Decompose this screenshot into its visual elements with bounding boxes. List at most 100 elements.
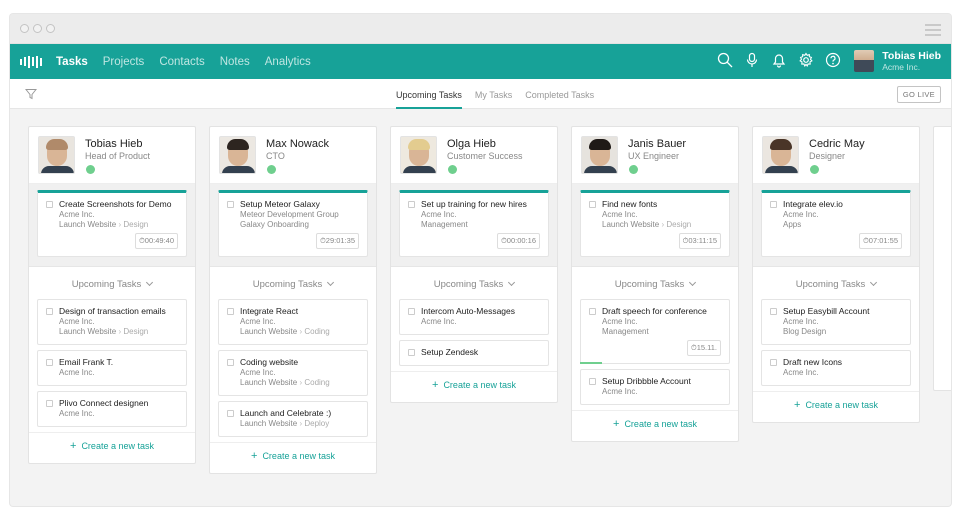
timer-value[interactable]: ⏱29:01:35: [315, 233, 359, 249]
create-task-button[interactable]: + Create a new task: [572, 410, 738, 441]
microphone-icon[interactable]: [744, 52, 760, 68]
upcoming-tasks-label: Upcoming Tasks: [433, 279, 504, 290]
user-menu[interactable]: Tobias Hieb Acme Inc.: [854, 50, 941, 72]
task-title: Setup Meteor Galaxy: [240, 199, 320, 209]
task-checkbox[interactable]: [589, 308, 596, 315]
create-task-button[interactable]: + Create a new task: [391, 371, 557, 402]
task-card[interactable]: Intercom Auto-Messages Acme Inc.: [399, 299, 549, 335]
app-logo-icon[interactable]: [20, 55, 42, 68]
upcoming-tasks-toggle[interactable]: Upcoming Tasks: [391, 267, 557, 299]
person-name: Max Nowack: [266, 138, 329, 150]
task-timer: ⏱07:01:55: [783, 233, 902, 249]
person-header: Cedric May Designer: [753, 127, 919, 184]
current-task-card[interactable]: Set up training for new hires Acme Inc. Ma…: [399, 190, 549, 257]
task-checkbox[interactable]: [227, 410, 234, 417]
task-project-name: Galaxy Onboarding: [240, 220, 309, 229]
user-company: Acme Inc.: [882, 61, 921, 72]
upcoming-task-list: Design of transaction emails Acme Inc. Lau…: [29, 299, 195, 463]
nav-link-tasks[interactable]: Tasks: [56, 56, 88, 68]
create-task-button[interactable]: + Create a new task: [210, 442, 376, 473]
task-subproject: Coding: [304, 378, 330, 387]
task-checkbox[interactable]: [46, 400, 53, 407]
tab-upcoming-tasks[interactable]: Upcoming Tasks: [396, 79, 462, 109]
task-checkbox[interactable]: [770, 308, 777, 315]
task-company: Acme Inc.: [59, 368, 95, 377]
current-task-card[interactable]: Create Screenshots for Demo Acme Inc. Laun…: [37, 190, 187, 257]
online-status-indicator: [448, 165, 457, 174]
chevron-down-icon: [146, 278, 154, 287]
create-task-label: Create a new task: [81, 441, 154, 451]
task-checkbox[interactable]: [589, 201, 596, 208]
task-card[interactable]: Setup Easybill Account Acme Inc. Blog Desi…: [761, 299, 911, 345]
person-header: Tobias Hieb Head of Product: [29, 127, 195, 184]
task-card[interactable]: Coding website Acme Inc. Launch Website › …: [218, 350, 368, 396]
task-tabs: Upcoming Tasks My Tasks Completed Tasks: [396, 79, 594, 109]
task-project-name: Launch Website: [240, 419, 298, 428]
task-title: Draft speech for conference: [602, 306, 707, 316]
task-card[interactable]: Setup Dribbble Account Acme Inc.: [580, 369, 730, 405]
task-checkbox[interactable]: [46, 308, 53, 315]
create-task-label: Create a new task: [624, 419, 697, 429]
current-task-section: Find new fonts Acme Inc. Launch Website › …: [572, 184, 738, 267]
task-checkbox[interactable]: [589, 378, 596, 385]
task-checkbox[interactable]: [770, 359, 777, 366]
create-task-button[interactable]: + Create a new task: [753, 391, 919, 422]
person-avatar: [762, 136, 799, 174]
tab-my-tasks[interactable]: My Tasks: [475, 79, 512, 109]
tab-completed-tasks[interactable]: Completed Tasks: [525, 79, 594, 109]
filter-icon[interactable]: [25, 88, 37, 100]
help-icon[interactable]: [825, 52, 841, 68]
timer-value[interactable]: ⏱15.11.: [686, 340, 721, 356]
task-project-name: Management: [602, 327, 649, 336]
task-checkbox[interactable]: [227, 201, 234, 208]
nav-link-notes[interactable]: Notes: [220, 56, 250, 68]
current-task-card[interactable]: Integrate elev.io Acme Inc. Apps ⏱07:01:55: [761, 190, 911, 257]
task-card[interactable]: Draft speech for conference Acme Inc. Mana…: [580, 299, 730, 364]
task-card[interactable]: Email Frank T. Acme Inc.: [37, 350, 187, 386]
task-checkbox[interactable]: [770, 201, 777, 208]
upcoming-tasks-label: Upcoming Tasks: [252, 279, 323, 290]
task-checkbox[interactable]: [227, 308, 234, 315]
person-header: Olga Hieb Customer Success: [391, 127, 557, 184]
task-checkbox[interactable]: [408, 349, 415, 356]
gear-icon[interactable]: [798, 52, 814, 68]
timer-value[interactable]: ⏱00:00:16: [496, 233, 540, 249]
task-card[interactable]: Draft new Icons Acme Inc.: [761, 350, 911, 386]
current-task-card[interactable]: Find new fonts Acme Inc. Launch Website › …: [580, 190, 730, 257]
maximize-window-button[interactable]: [46, 24, 55, 33]
task-checkbox[interactable]: [408, 308, 415, 315]
task-company: Acme Inc.: [783, 317, 819, 326]
nav-link-projects[interactable]: Projects: [103, 56, 145, 68]
task-card[interactable]: Setup Zendesk: [399, 340, 549, 366]
timer-value[interactable]: ⏱07:01:55: [858, 233, 902, 249]
nav-link-analytics[interactable]: Analytics: [265, 56, 311, 68]
task-checkbox[interactable]: [46, 201, 53, 208]
task-card[interactable]: Launch and Celebrate :) Launch Website › …: [218, 401, 368, 437]
minimize-window-button[interactable]: [33, 24, 42, 33]
task-card[interactable]: Integrate React Acme Inc. Launch Website ›…: [218, 299, 368, 345]
bell-icon[interactable]: [771, 52, 787, 68]
person-column: Tobias Hieb Head of Product Create Screens…: [28, 126, 196, 464]
close-window-button[interactable]: [20, 24, 29, 33]
upcoming-tasks-toggle[interactable]: Upcoming Tasks: [210, 267, 376, 299]
current-task-card[interactable]: Setup Meteor Galaxy Meteor Development Gr…: [218, 190, 368, 257]
search-icon[interactable]: [717, 52, 733, 68]
upcoming-tasks-toggle[interactable]: Upcoming Tasks: [753, 267, 919, 299]
task-checkbox[interactable]: [46, 359, 53, 366]
nav-icon-group: [717, 52, 841, 68]
task-checkbox[interactable]: [408, 201, 415, 208]
go-live-button[interactable]: GO LIVE: [896, 86, 941, 103]
current-task-section: Set up training for new hires Acme Inc. Ma…: [391, 184, 557, 267]
upcoming-tasks-toggle[interactable]: Upcoming Tasks: [29, 267, 195, 299]
timer-value[interactable]: ⏱03:11:15: [678, 233, 721, 249]
task-checkbox[interactable]: [227, 359, 234, 366]
hamburger-menu-icon[interactable]: [925, 24, 941, 39]
task-card[interactable]: Design of transaction emails Acme Inc. Lau…: [37, 299, 187, 345]
nav-link-contacts[interactable]: Contacts: [159, 56, 204, 68]
upcoming-tasks-label: Upcoming Tasks: [71, 279, 142, 290]
upcoming-tasks-toggle[interactable]: Upcoming Tasks: [572, 267, 738, 299]
create-task-button[interactable]: + Create a new task: [29, 432, 195, 463]
timer-value[interactable]: ⏱00:49:40: [134, 233, 178, 249]
plus-icon: +: [794, 399, 801, 411]
task-card[interactable]: Plivo Connect designen Acme Inc.: [37, 391, 187, 427]
